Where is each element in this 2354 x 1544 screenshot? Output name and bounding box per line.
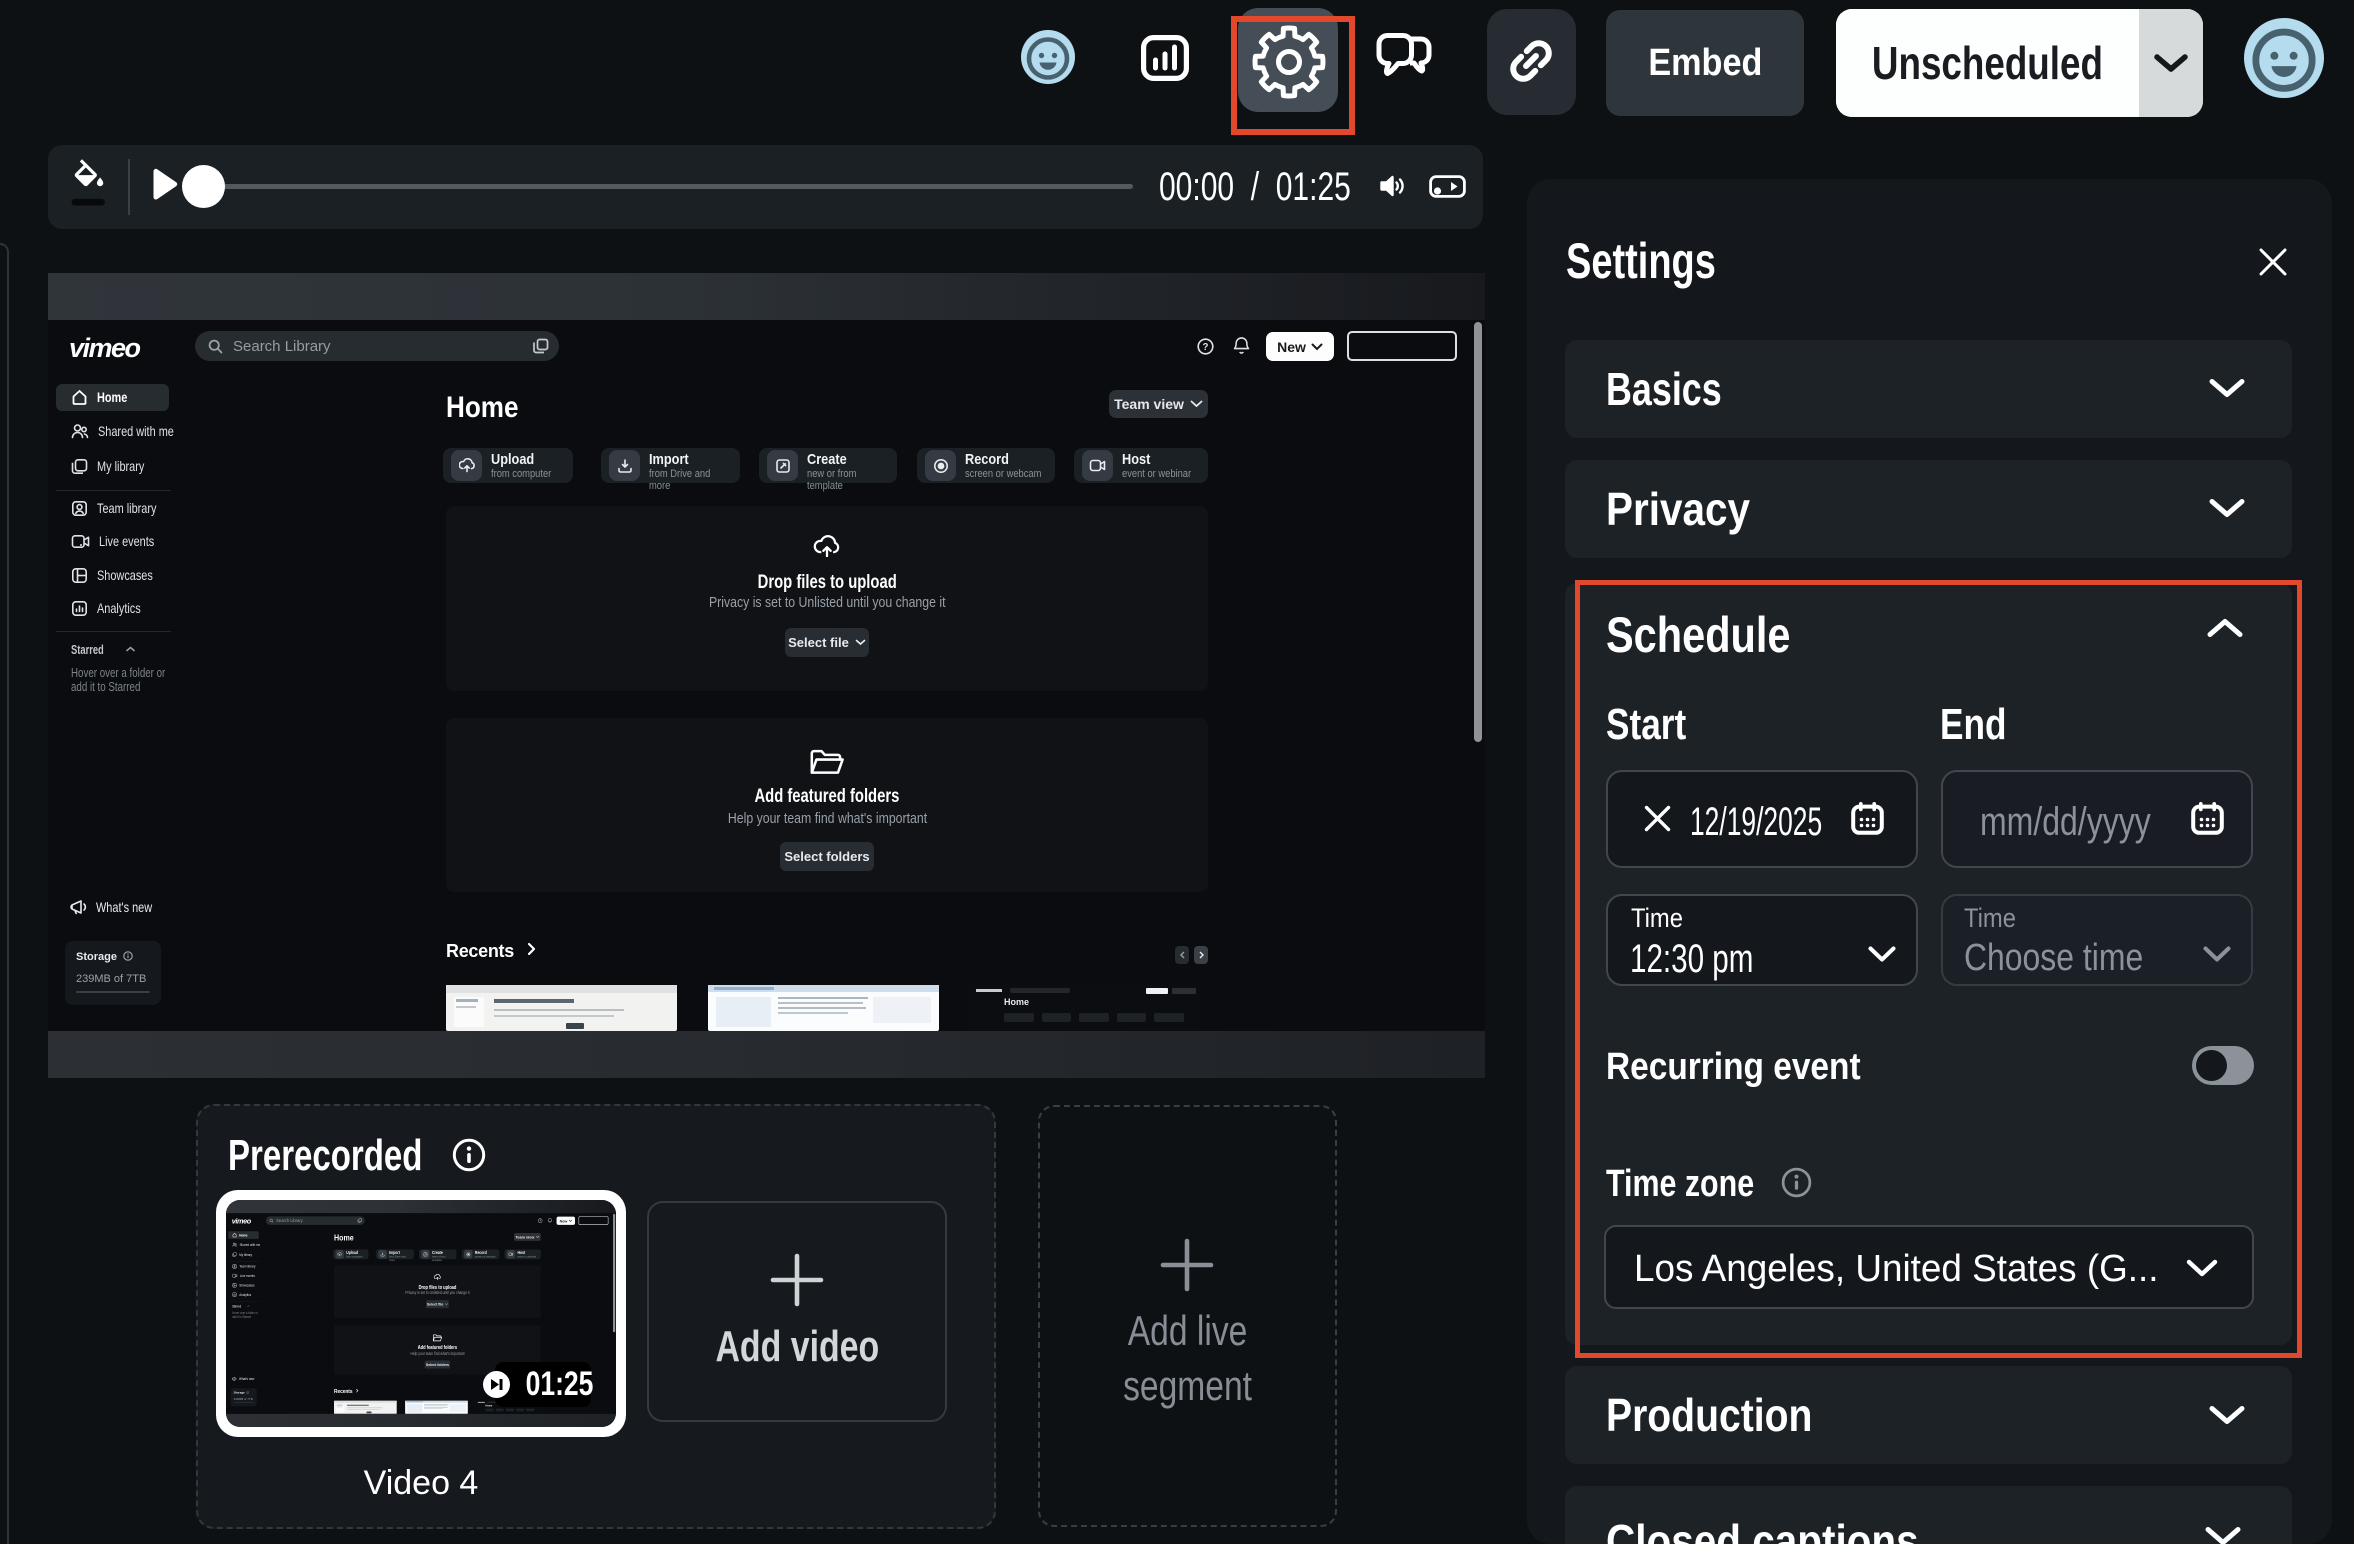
svg-text:?: ? (539, 1219, 541, 1223)
svg-text:?: ? (1203, 342, 1209, 353)
